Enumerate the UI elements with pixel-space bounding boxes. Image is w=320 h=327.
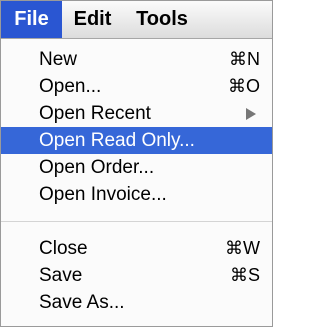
submenu-arrow-icon	[246, 107, 256, 120]
menu-item-label: Open Recent	[39, 102, 151, 124]
menu-item-open[interactable]: Open... ⌘O	[1, 73, 272, 100]
menu-item-label: New	[39, 48, 78, 70]
menu-item-open-recent[interactable]: Open Recent	[1, 100, 272, 127]
file-dropdown-menu: New ⌘N Open... ⌘O Open Recent Open Read …	[1, 39, 272, 326]
menu-item-save-as[interactable]: Save As...	[1, 289, 272, 316]
menu-item-label: Save As...	[39, 291, 125, 313]
menu-item-close[interactable]: Close ⌘W	[1, 235, 272, 262]
menu-item-label: Save	[39, 264, 83, 286]
menu-item-label: Open Invoice...	[39, 183, 167, 205]
menu-item-new[interactable]: New ⌘N	[1, 46, 272, 73]
shortcut-label: ⌘S	[229, 265, 260, 285]
menu-item-label: Open Order...	[39, 156, 155, 178]
menu-separator	[1, 221, 272, 222]
menu-bar: File Edit Tools	[1, 1, 272, 39]
menu-item-save[interactable]: Save ⌘S	[1, 262, 272, 289]
shortcut-label: ⌘N	[229, 49, 260, 69]
shortcut-label: ⌘O	[227, 76, 260, 96]
menu-item-open-invoice[interactable]: Open Invoice...	[1, 181, 272, 208]
menu-item-label: Close	[39, 237, 88, 259]
shortcut-label: ⌘W	[225, 238, 260, 258]
menu-file[interactable]: File	[1, 1, 62, 38]
menu-item-label: Open Read Only...	[39, 129, 195, 151]
menu-item-open-read-only[interactable]: Open Read Only...	[1, 127, 272, 154]
menu-item-label: Open...	[39, 75, 102, 97]
menu-edit[interactable]: Edit	[62, 1, 123, 38]
menu-tools[interactable]: Tools	[123, 1, 201, 38]
menu-item-open-order[interactable]: Open Order...	[1, 154, 272, 181]
